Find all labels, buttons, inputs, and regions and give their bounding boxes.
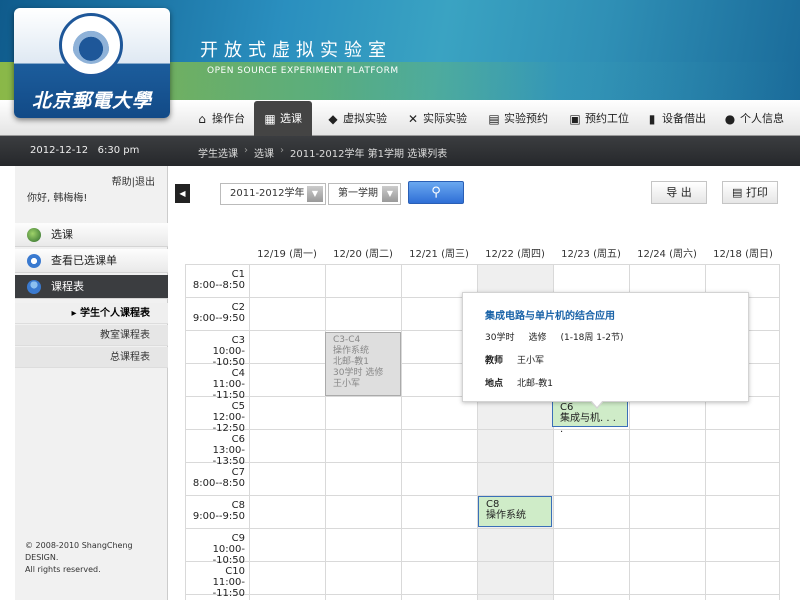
chevron-left-icon: ◀ (179, 189, 186, 198)
nav-item-station-booking[interactable]: ▣ 预约工位 (569, 106, 629, 132)
day-header: 12/24 (周六) (637, 249, 697, 260)
user-icon (27, 280, 41, 294)
time-slot-label: C9 10:00--10:50 (212, 533, 245, 566)
copyright: © 2008-2010 ShangCheng DESIGN. All rights… (25, 541, 133, 574)
breadcrumb-separator: › (280, 145, 284, 156)
time-slot-label: C10 11:00--11:50 (212, 566, 245, 599)
subitem-student-timetable[interactable]: ▸ 学生个人课程表 (15, 303, 168, 324)
breadcrumb: 学生选课 › 选课 › 2011-2012学年 第1学期 选课列表 (198, 145, 447, 160)
sidebar-collapse-button[interactable]: ◀ (175, 184, 190, 203)
day-header: 12/20 (周二) (333, 249, 393, 260)
sidebar-item-selected-courses[interactable]: 查看已选课单 (15, 249, 168, 273)
datetime: 2012-12-12 6:30 pm (30, 145, 139, 156)
grid-line (185, 264, 779, 265)
at-icon (27, 254, 41, 268)
window-icon: ▤ (488, 112, 500, 126)
breadcrumb-separator: › (244, 145, 248, 156)
time-slot-label: C6 13:00--13:50 (212, 434, 245, 467)
subitem-master-timetable[interactable]: 总课程表 (15, 347, 168, 368)
day-header: 12/23 (周五) (561, 249, 621, 260)
cube-icon: ◆ (328, 112, 338, 126)
time-slot-label: C1 8:00--8:50 (192, 269, 245, 291)
site-subtitle: OPEN SOURCE EXPERIMENT PLATFORM (207, 66, 399, 76)
day-header: 12/22 (周四) (485, 249, 545, 260)
grid-line (401, 264, 402, 600)
status-bar: 2012-12-12 6:30 pm 学生选课 › 选课 › 2011-2012学年… (0, 136, 800, 166)
home-icon: ⌂ (198, 112, 206, 126)
popup-teacher: 教师 王小军 (485, 356, 545, 366)
breadcrumb-item: 2011-2012学年 第1学期 选课列表 (290, 149, 448, 160)
nav-item-dashboard[interactable]: ⌂ 操作台 (196, 106, 245, 132)
search-icon: ⚲ (431, 185, 441, 200)
course-block-os-thursday[interactable]: C8 操作系统 (478, 496, 552, 527)
grid-icon: ▦ (264, 111, 276, 126)
search-button[interactable]: ⚲ (408, 181, 464, 204)
breadcrumb-item[interactable]: 学生选课 (198, 145, 238, 160)
time-slot-label: C7 8:00--8:50 (192, 467, 245, 489)
university-seal-icon (59, 13, 123, 77)
grid-line (185, 561, 779, 562)
popup-location: 地点 北邮-教1 (485, 379, 553, 389)
breadcrumb-item[interactable]: 选课 (254, 145, 274, 160)
time-slot-label: C8 9:00--9:50 (192, 500, 245, 522)
time-slot-label: C2 9:00--9:50 (192, 302, 245, 324)
chevron-down-icon: ▼ (307, 186, 323, 202)
print-button[interactable]: ▤ 打印 (722, 181, 778, 204)
help-logout-links[interactable]: 帮助|退出 (112, 173, 155, 188)
grid-line (325, 264, 326, 600)
grid-line (249, 264, 250, 600)
nav-item-profile[interactable]: ● 个人信息 (724, 106, 784, 132)
greeting: 你好, 韩梅梅! (27, 193, 88, 204)
popup-pointer (590, 400, 604, 409)
grid-line (779, 264, 780, 600)
site-title: 开放式虚拟实验室 (200, 40, 392, 61)
book-icon: ▮ (648, 112, 656, 126)
user-icon: ● (724, 112, 736, 126)
export-button[interactable]: 导 出 (651, 181, 707, 204)
calendar-icon: ▣ (569, 112, 581, 126)
nav-item-real-lab[interactable]: ✕ 实际实验 (407, 106, 467, 132)
sidebar: 帮助|退出 你好, 韩梅梅! 选课 查看已选课单 课程表 ▸ 学生个人课程表 教… (15, 166, 168, 600)
course-block-os-tuesday[interactable]: C3-C4 操作系统 北邮-教1 30学时 选修 王小军 (325, 332, 401, 396)
nav-item-equipment-loan[interactable]: ▮ 设备借出 (646, 106, 706, 132)
nav-item-virtual-lab[interactable]: ◆ 虚拟实验 (327, 106, 387, 132)
term-select[interactable]: 第一学期 ▼ (328, 183, 401, 205)
logo-text: 北京郵電大學 (31, 90, 152, 112)
day-header: 12/19 (周一) (257, 249, 317, 260)
day-header: 12/21 (周三) (409, 249, 469, 260)
logo[interactable]: 北京郵電大學 (14, 8, 170, 118)
print-icon: ▤ (732, 186, 746, 199)
course-detail-popup: 集成电路与单片机的结合应用 30学时 选修 (1-18周 1-2节) 教师 王小… (462, 292, 749, 409)
grid-line (185, 429, 779, 430)
grid-line (185, 594, 779, 595)
popup-meta: 30学时 选修 (1-18周 1-2节) (485, 333, 624, 343)
academic-year-select[interactable]: 2011-2012学年 ▼ (220, 183, 326, 205)
tools-icon: ✕ (407, 112, 419, 126)
time-slot-label: C5 12:00--12:50 (212, 401, 245, 434)
day-header: 12/18 (周日) (713, 249, 773, 260)
grid-line (185, 528, 779, 529)
time-slot-label: C3 10:00--10:50 (212, 335, 245, 368)
globe-icon (27, 228, 41, 242)
time-slot-label: C4 11:00--11:50 (212, 368, 245, 401)
nav-item-lab-booking[interactable]: ▤ 实验预约 (488, 106, 548, 132)
chevron-down-icon: ▼ (382, 186, 398, 202)
current-time: 6:30 pm (97, 145, 140, 156)
nav-item-course-selection[interactable]: ▦ 选课 (254, 101, 312, 136)
current-date: 2012-12-12 (30, 145, 89, 156)
popup-title: 集成电路与单片机的结合应用 (485, 311, 615, 322)
active-arrow-icon: ▸ (71, 308, 80, 319)
sidebar-item-timetable[interactable]: 课程表 (15, 275, 168, 299)
grid-line (185, 462, 779, 463)
subitem-classroom-timetable[interactable]: 教室课程表 (15, 325, 168, 346)
sidebar-item-course-selection[interactable]: 选课 (15, 223, 168, 247)
